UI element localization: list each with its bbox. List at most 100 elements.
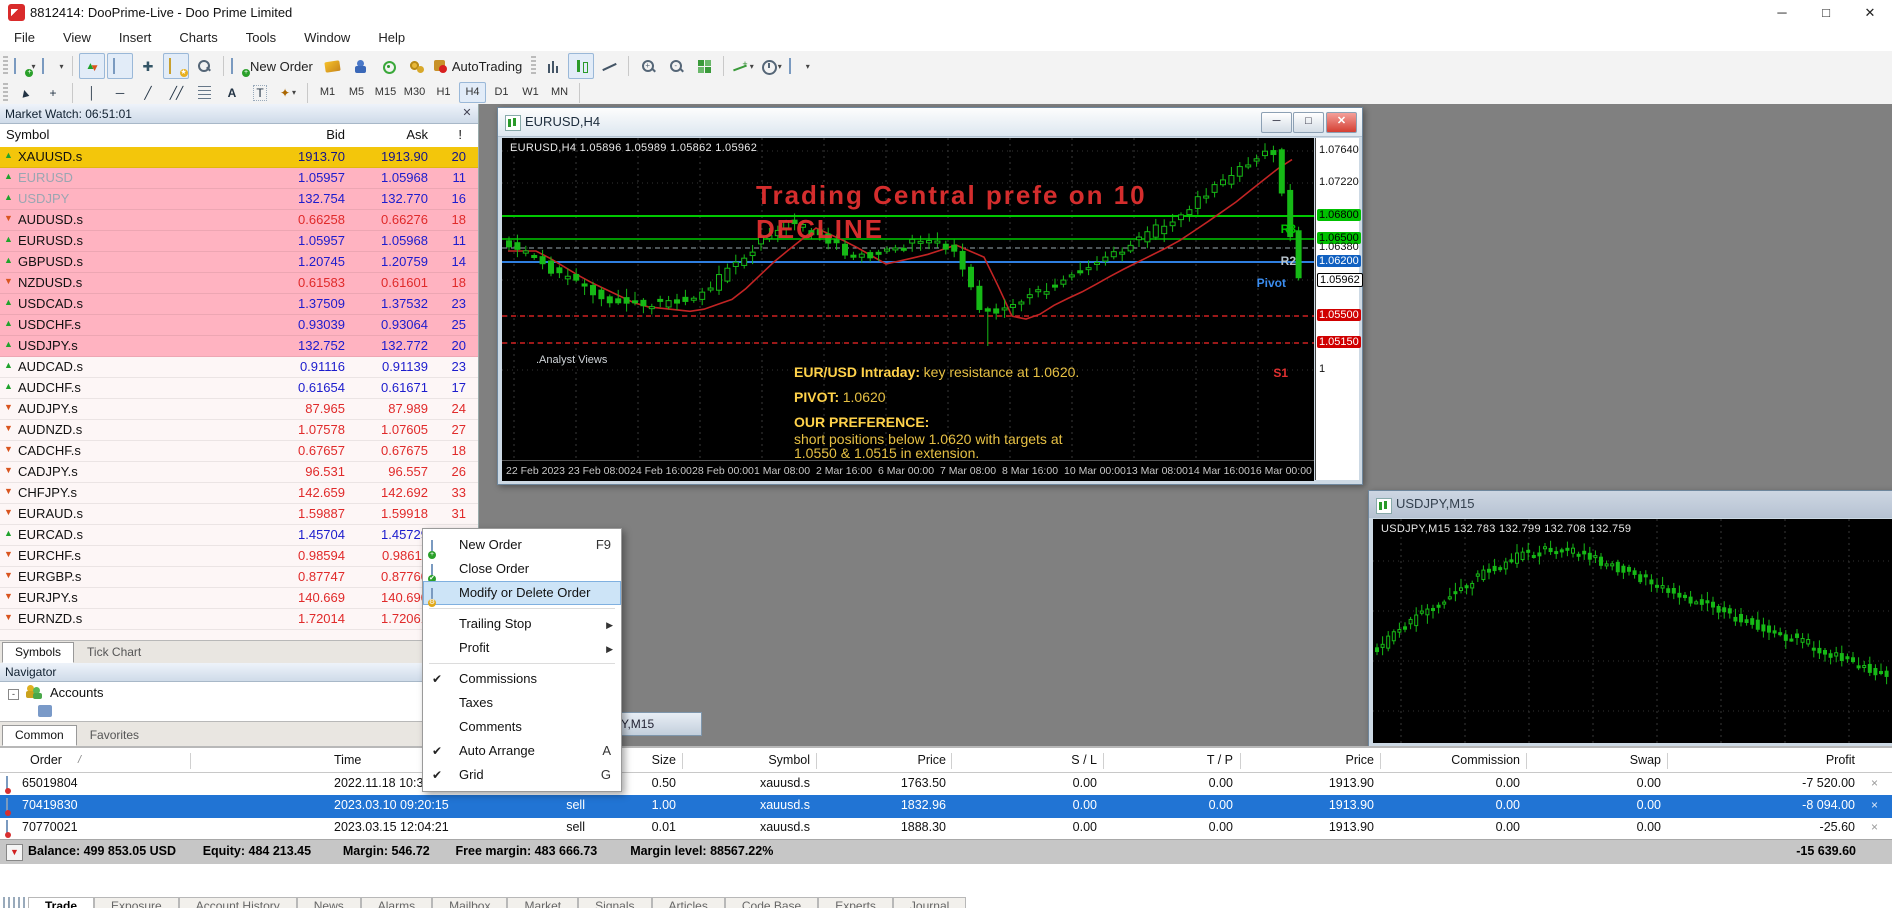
- terminal-tab-market[interactable]: Market: [507, 897, 578, 908]
- timeframe-h1[interactable]: H1: [430, 82, 457, 103]
- chart-candles-button[interactable]: [568, 53, 594, 79]
- market-watch-row[interactable]: ▼CADJPY.s96.53196.55726: [0, 462, 478, 483]
- terminal-toggle[interactable]: ★: [163, 53, 189, 79]
- market-watch-row[interactable]: ▲USDCAD.s1.375091.3753223: [0, 294, 478, 315]
- column-header-tp[interactable]: T / P: [1111, 753, 1233, 767]
- terminal-tab-signals[interactable]: Signals: [578, 897, 651, 908]
- chart-line-button[interactable]: [596, 53, 622, 79]
- chart-restore-button[interactable]: □: [1293, 112, 1324, 133]
- menu-view[interactable]: View: [49, 25, 105, 51]
- timeframe-m1[interactable]: M1: [314, 82, 341, 103]
- column-header-symbol[interactable]: Symbol: [690, 753, 810, 767]
- channel-tool[interactable]: ╱╱: [163, 80, 189, 106]
- terminal-tab-journal[interactable]: Journal: [893, 897, 966, 908]
- market-watch-header[interactable]: Market Watch: 06:51:01 ✕: [0, 104, 478, 124]
- navigator-item-accounts[interactable]: - Accounts: [0, 682, 478, 703]
- metaeditor-button[interactable]: [320, 53, 346, 79]
- market-watch-row[interactable]: ▲USDJPY132.754132.77016: [0, 189, 478, 210]
- tab-tick-chart[interactable]: Tick Chart: [74, 642, 154, 663]
- chart-title-bar-usdjpy[interactable]: USDJPY,M15: [1369, 491, 1892, 518]
- tile-windows-button[interactable]: [691, 53, 717, 79]
- indicators-button[interactable]: +▾: [730, 53, 756, 79]
- options-button[interactable]: [404, 53, 430, 79]
- crosshair-tool[interactable]: +: [40, 80, 66, 106]
- arrows-tool[interactable]: ✦▾: [275, 80, 301, 106]
- market-watch-row[interactable]: ▼AUDNZD.s1.075781.0760527: [0, 420, 478, 441]
- timeframe-m15[interactable]: M15: [372, 82, 399, 103]
- market-watch-row[interactable]: ▲USDCHF.s0.930390.9306425: [0, 315, 478, 336]
- menu-file[interactable]: File: [0, 25, 49, 51]
- timeframe-d1[interactable]: D1: [488, 82, 515, 103]
- timeframe-h4[interactable]: H4: [459, 82, 486, 103]
- data-window-toggle[interactable]: [107, 53, 133, 79]
- maximize-button[interactable]: □: [1804, 0, 1848, 25]
- market-watch-row[interactable]: ▲EURUSD.s1.059571.0596811: [0, 231, 478, 252]
- new-chart-button[interactable]: +▾: [12, 53, 38, 79]
- menu-charts[interactable]: Charts: [165, 25, 231, 51]
- profiles-button[interactable]: ▾: [40, 53, 66, 79]
- templates-button[interactable]: ▾: [786, 53, 812, 79]
- label-tool[interactable]: T: [247, 80, 273, 106]
- autotrading-button[interactable]: AutoTrading: [432, 53, 527, 79]
- eurusd-price-scale[interactable]: 1.076401.072201.068001.065001.063801.062…: [1315, 138, 1359, 480]
- menu-help[interactable]: Help: [364, 25, 419, 51]
- order-row[interactable]: 704198302023.03.10 09:20:15sell1.00xauus…: [0, 795, 1892, 818]
- market-watch-row[interactable]: ▲GBPUSD.s1.207451.2075914: [0, 252, 478, 273]
- market-watch-row[interactable]: ▼EURGBP.s0.877470.87760: [0, 567, 478, 588]
- market-watch-row[interactable]: ▼CADCHF.s0.676570.6767518: [0, 441, 478, 462]
- new-order-button[interactable]: +New Order: [230, 53, 318, 79]
- market-watch-row[interactable]: ▲USDJPY.s132.752132.77220: [0, 336, 478, 357]
- context-menu-item-profit[interactable]: Profit▶: [423, 636, 621, 660]
- chart-minimize-button[interactable]: ─: [1261, 112, 1292, 133]
- market-watch-row[interactable]: ▼EURCHF.s0.985940.98611: [0, 546, 478, 567]
- timeframe-m30[interactable]: M30: [401, 82, 428, 103]
- chart-title-bar[interactable]: EURUSD,H4 ─ □ ✕: [498, 108, 1362, 137]
- tab-common[interactable]: Common: [2, 725, 77, 746]
- fibonacci-tool[interactable]: [191, 80, 217, 106]
- terminal-tab-account-history[interactable]: Account History: [179, 897, 297, 908]
- minimize-button[interactable]: ─: [1760, 0, 1804, 25]
- terminal-tab-mailbox[interactable]: Mailbox: [432, 897, 507, 908]
- market-watch-row[interactable]: ▼AUDJPY.s87.96587.98924: [0, 399, 478, 420]
- market-watch-row[interactable]: ▲EURCAD.s1.457041.45729: [0, 525, 478, 546]
- navigator-header[interactable]: Navigator: [0, 663, 478, 682]
- market-watch-close-icon[interactable]: ✕: [460, 106, 474, 120]
- order-row[interactable]: 650198042022.11.18 10:3sell0.50xauusd.s1…: [0, 773, 1892, 796]
- terminal-tab-alarms[interactable]: Alarms: [361, 897, 432, 908]
- chart-bars-button[interactable]: [540, 53, 566, 79]
- eurusd-chart-plot[interactable]: EURUSD,H4 1.05896 1.05989 1.05862 1.0596…: [502, 138, 1314, 460]
- market-watch-row[interactable]: ▲EURUSD1.059571.0596811: [0, 168, 478, 189]
- eurusd-time-scale[interactable]: 22 Feb 202323 Feb 08:0024 Feb 16:0028 Fe…: [502, 460, 1314, 481]
- market-watch-row[interactable]: ▲AUDCAD.s0.911160.9113923: [0, 357, 478, 378]
- usdjpy-chart-plot[interactable]: USDJPY,M15 132.783 132.799 132.708 132.7…: [1373, 519, 1892, 743]
- order-row[interactable]: 707700212023.03.15 12:04:21sell0.01xauus…: [0, 817, 1892, 840]
- column-header-order[interactable]: Order: [30, 753, 190, 767]
- column-header-swap[interactable]: Swap: [1534, 753, 1661, 767]
- timeframe-w1[interactable]: W1: [517, 82, 544, 103]
- orders-table-header[interactable]: Order/TimeTypeSizeSymbolPriceS / LT / PP…: [0, 750, 1892, 773]
- context-menu-item-auto-arrange[interactable]: ✔Auto ArrangeA: [423, 739, 621, 763]
- column-header-sl[interactable]: S / L: [959, 753, 1097, 767]
- menu-window[interactable]: Window: [290, 25, 364, 51]
- context-menu-item-trailing-stop[interactable]: Trailing Stop▶: [423, 612, 621, 636]
- menu-insert[interactable]: Insert: [105, 25, 166, 51]
- tree-expand-icon[interactable]: -: [8, 689, 19, 700]
- context-menu-item-close-order[interactable]: ✔Close Order: [423, 557, 621, 581]
- market-watch-row[interactable]: ▲AUDCHF.s0.616540.6167117: [0, 378, 478, 399]
- experts-button[interactable]: [348, 53, 374, 79]
- market-watch-column-header[interactable]: Symbol Bid Ask !: [0, 124, 478, 148]
- text-tool[interactable]: A: [219, 80, 245, 106]
- menu-tools[interactable]: Tools: [232, 25, 290, 51]
- periods-button[interactable]: ▾: [758, 53, 784, 79]
- close-position-icon[interactable]: ×: [1871, 798, 1878, 812]
- market-watch-row[interactable]: ▼CHFJPY.s142.659142.69233: [0, 483, 478, 504]
- market-watch-row[interactable]: ▼EURJPY.s140.669140.690: [0, 588, 478, 609]
- context-menu-item-taxes[interactable]: Taxes: [423, 691, 621, 715]
- cursor-tool[interactable]: ▲: [12, 80, 38, 106]
- navigator-toggle[interactable]: ✚: [135, 53, 161, 79]
- terminal-tab-articles[interactable]: Articles: [652, 897, 725, 908]
- column-header-price[interactable]: Price: [1248, 753, 1374, 767]
- market-watch-toggle[interactable]: ▲▼: [79, 53, 105, 79]
- zoom-out-button[interactable]: -: [663, 53, 689, 79]
- market-watch-row[interactable]: ▼EURNZD.s1.720141.72061: [0, 609, 478, 630]
